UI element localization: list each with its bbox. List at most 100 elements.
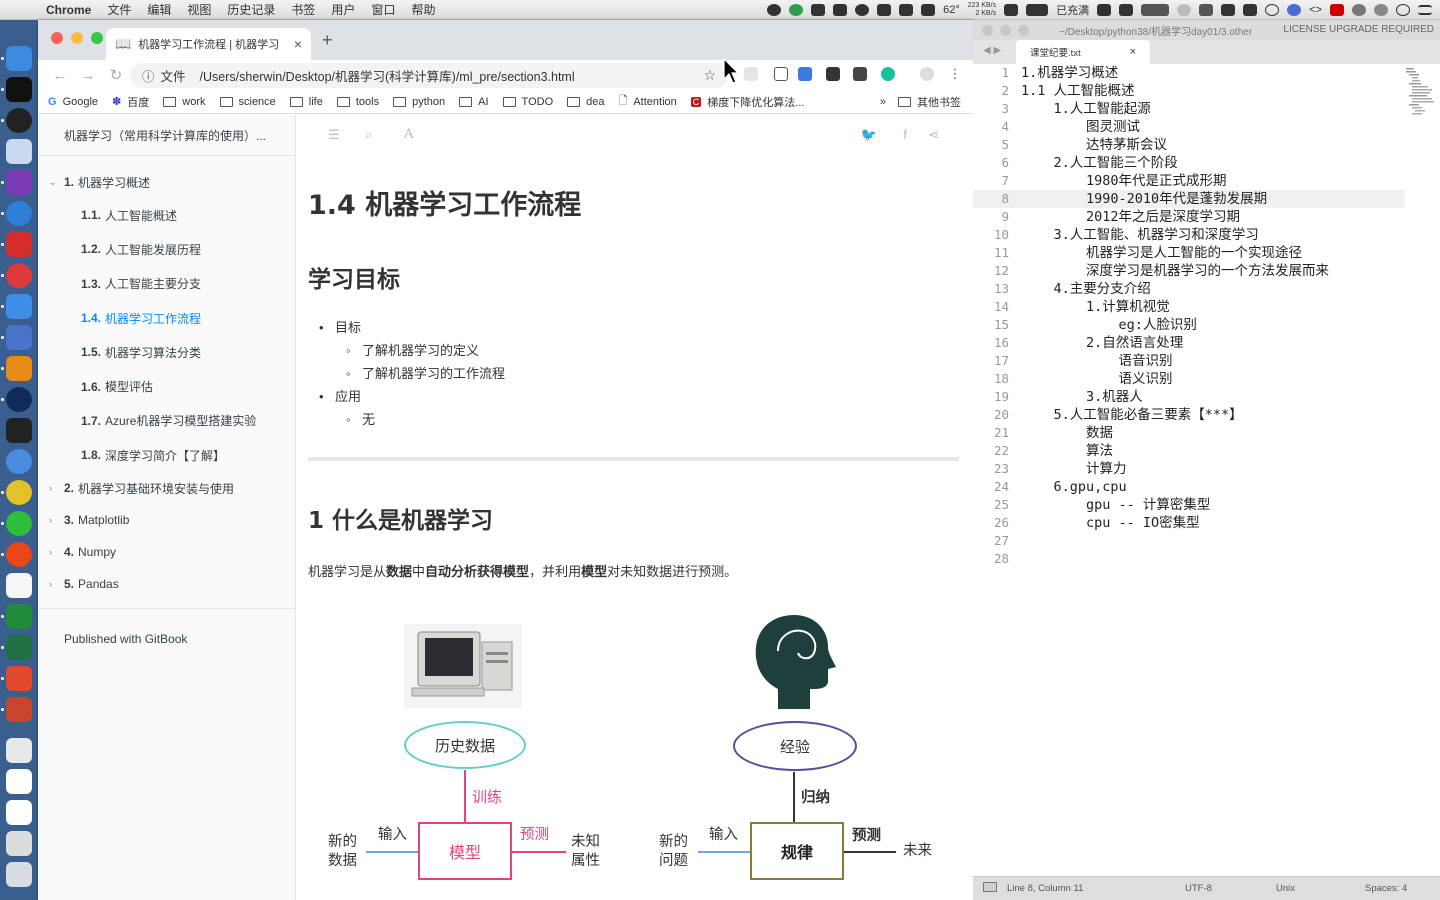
menu-edit[interactable]: 编辑 <box>139 0 179 20</box>
bookmark-life[interactable]: life <box>289 96 323 108</box>
code-line[interactable]: 计算力 <box>1021 460 1329 478</box>
forward-button[interactable]: → <box>74 67 102 84</box>
toc-chapter-1[interactable]: ⌄ 1. 机器学习概述 <box>38 166 295 198</box>
code-line[interactable]: eg:人脸识别 <box>1021 316 1329 334</box>
activity-monitor-dock-icon[interactable] <box>6 418 32 443</box>
code-line[interactable]: 算法 <box>1021 442 1329 460</box>
skype-icon[interactable] <box>1221 4 1236 16</box>
menu-help[interactable]: 帮助 <box>403 0 443 20</box>
pdf-app-icon[interactable] <box>1330 4 1344 16</box>
tab-nav-arrows-icon[interactable]: ◀ ▶ <box>983 45 1001 56</box>
menu-people[interactable]: 用户 <box>323 0 363 20</box>
pen-dock-icon[interactable] <box>1 294 32 319</box>
code-line[interactable]: 2012年之后是深度学习期 <box>1021 208 1329 226</box>
info-icon[interactable]: ⓘ <box>142 66 155 85</box>
notification-center-icon[interactable] <box>1418 5 1432 15</box>
powerpoint-dock-icon[interactable] <box>1 697 32 722</box>
minimize-window-button[interactable] <box>71 32 83 44</box>
profile-avatar[interactable] <box>920 67 934 81</box>
minimize-window-button[interactable] <box>1000 24 1011 36</box>
new-tab-button[interactable]: + <box>322 30 333 51</box>
bookmark-extension-icon[interactable] <box>774 67 788 81</box>
bookmark-gradient-descent[interactable]: C 梯度下降优化算法... <box>690 94 804 110</box>
grid-icon[interactable] <box>921 4 936 16</box>
code-line[interactable]: 3.人工智能、机器学习和深度学习 <box>1021 226 1329 244</box>
chevron-right-icon[interactable]: › <box>49 483 52 493</box>
document-dock-icon[interactable] <box>6 738 32 763</box>
toc-section-1-3[interactable]: 1.3. 人工智能主要分支 <box>38 267 295 301</box>
share-icon[interactable]: ⋖ <box>928 127 939 143</box>
safari-dock-icon[interactable] <box>6 449 32 474</box>
bookmark-todo[interactable]: TODO <box>502 96 553 108</box>
code-line[interactable]: 3.机器人 <box>1021 388 1329 406</box>
qq-dock-icon[interactable] <box>1 201 32 226</box>
search-icon[interactable] <box>1265 4 1280 16</box>
bookmark-attention[interactable]: 🗋 Attention <box>618 92 676 111</box>
toc-section-1-7[interactable]: 1.7. Azure机器学习模型搭建实验 <box>38 404 295 438</box>
chevron-right-icon[interactable]: › <box>49 579 52 589</box>
phone-icon[interactable] <box>1097 4 1112 16</box>
sublime-dock-icon[interactable] <box>1 356 32 381</box>
code-line[interactable]: 4.主要分支介绍 <box>1021 280 1329 298</box>
finder-dock-icon[interactable] <box>1 46 32 71</box>
zoom-window-button[interactable] <box>91 32 103 44</box>
close-tab-icon[interactable]: × <box>294 36 302 52</box>
xmind-dock-icon[interactable] <box>1 666 32 691</box>
jh-extension-icon[interactable] <box>798 67 812 81</box>
wifi-icon[interactable] <box>1177 4 1192 16</box>
bookmarks-overflow-button[interactable]: » <box>880 96 886 108</box>
toc-chapter-3[interactable]: › 3. Matplotlib <box>38 504 295 536</box>
toc-section-1-6[interactable]: 1.6. 模型评估 <box>38 369 295 403</box>
published-with-gitbook-link[interactable]: Published with GitBook <box>38 619 295 659</box>
toc-section-1-8[interactable]: 1.8. 深度学习简介【了解】 <box>38 438 295 472</box>
excel-dock-icon[interactable] <box>1 635 32 660</box>
cat-extension-icon[interactable] <box>853 67 867 81</box>
obs-dock-icon[interactable] <box>1 108 32 133</box>
font-settings-icon[interactable]: A <box>404 127 413 142</box>
code-line[interactable]: 语音识别 <box>1021 352 1329 370</box>
trash-dock-icon[interactable] <box>6 862 32 887</box>
menu-bookmarks[interactable]: 书签 <box>283 0 323 20</box>
wechat-dock-icon[interactable] <box>1 511 32 536</box>
upload-icon[interactable] <box>789 4 804 16</box>
code-line[interactable]: 图灵测试 <box>1021 118 1329 136</box>
chevron-down-icon[interactable]: ⌄ <box>49 177 57 188</box>
code-line[interactable]: 1990-2010年代是蓬勃发展期 <box>1021 190 1329 208</box>
text-editor[interactable]: 1 2 3 4 5 6 7 8 9 10 11 12 13 14 15 16 17 18 19 20 21 22 23 24 2… <box>973 64 1440 876</box>
toc-section-1-5[interactable]: 1.5. 机器学习算法分类 <box>38 335 295 369</box>
menu-file[interactable]: 文件 <box>99 0 139 20</box>
bookmark-baidu[interactable]: ✽ 百度 <box>112 94 149 110</box>
netease-dock-icon[interactable] <box>1 232 32 257</box>
indentation-selector[interactable]: Spaces: 4 <box>1365 883 1407 894</box>
close-tab-icon[interactable]: × <box>1130 46 1136 58</box>
notes-dock-icon[interactable] <box>6 573 32 598</box>
twitter-icon[interactable]: 🐦 <box>861 127 877 143</box>
siri-icon[interactable] <box>1287 4 1302 16</box>
clock-icon[interactable] <box>855 4 870 16</box>
music-dock-icon[interactable] <box>1 542 32 567</box>
toc-section-1-2[interactable]: 1.2. 人工智能发展历程 <box>38 232 295 266</box>
address-bar[interactable]: ⓘ 文件 /Users/sherwin/Desktop/机器学习(科学计算库)/… <box>130 63 728 88</box>
terminal-dock-icon[interactable] <box>1 77 32 102</box>
bookmark-dea[interactable]: dea <box>567 96 604 108</box>
toc-section-1-1[interactable]: 1.1. 人工智能概述 <box>38 198 295 232</box>
x-extension-icon[interactable] <box>826 67 840 81</box>
code-line[interactable]: 达特茅斯会议 <box>1021 136 1329 154</box>
file-dock-icon[interactable] <box>6 769 32 794</box>
chevron-right-icon[interactable]: › <box>49 547 52 557</box>
editor-tab-active[interactable]: 课堂纪要.txt × <box>1016 40 1150 64</box>
volume-icon[interactable] <box>1199 4 1214 16</box>
back-button[interactable]: ← <box>46 67 74 84</box>
code-line[interactable]: 1.机器学习概述 <box>1021 64 1329 82</box>
bookmark-science[interactable]: science <box>219 96 276 108</box>
bookmark-tools[interactable]: tools <box>336 96 379 108</box>
preview-dock-icon[interactable] <box>6 139 32 164</box>
code-line[interactable]: 5.人工智能必备三要素【***】 <box>1021 406 1329 424</box>
close-window-button[interactable] <box>51 32 63 44</box>
code-line[interactable]: 深度学习是机器学习的一个方法发展而来 <box>1021 262 1329 280</box>
cloud-icon[interactable] <box>811 4 826 16</box>
code-line[interactable]: 6.gpu,cpu <box>1021 478 1329 496</box>
clock-face-icon[interactable] <box>1396 4 1410 16</box>
windows-icon[interactable] <box>1119 4 1134 16</box>
menu-view[interactable]: 视图 <box>179 0 219 20</box>
